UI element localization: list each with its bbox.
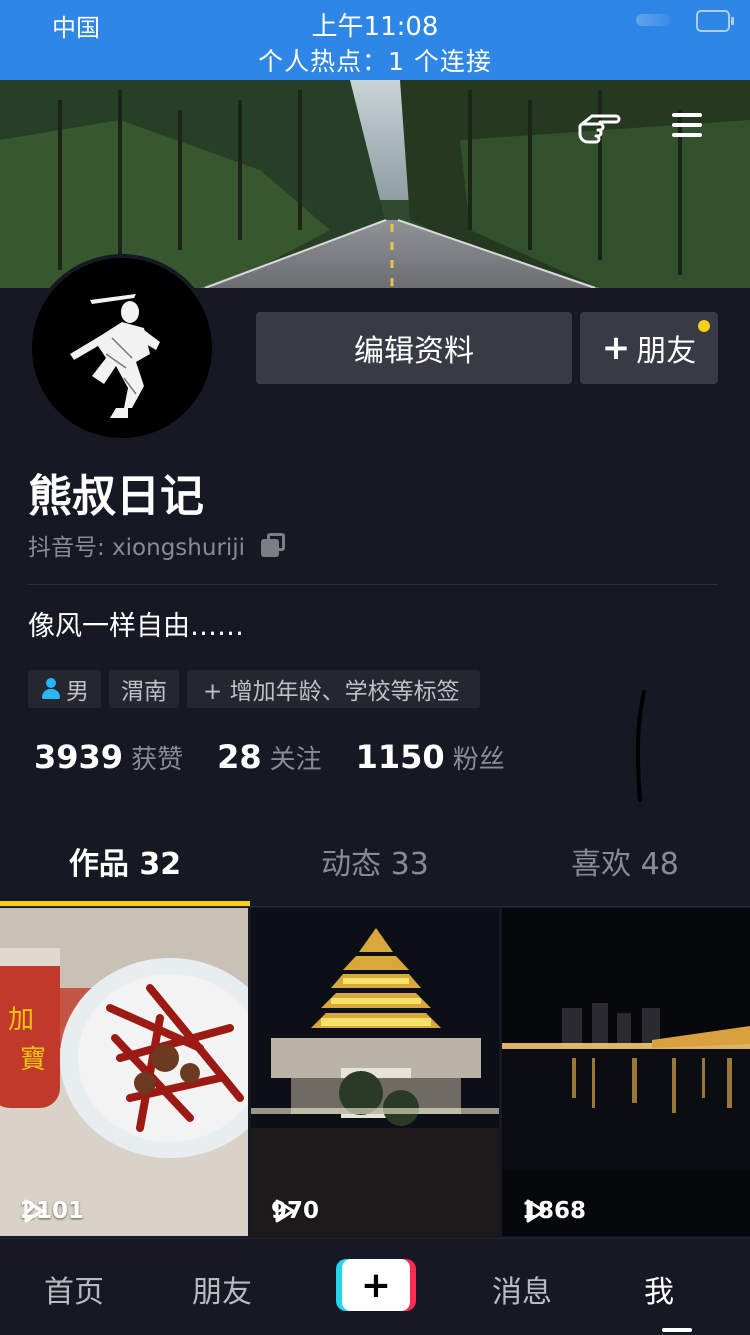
following-count: 28 bbox=[217, 738, 262, 776]
play-icon bbox=[526, 1199, 546, 1223]
video-grid: 加 寶 2101 970 1868 bbox=[0, 908, 750, 1236]
profile-tabs: 作品 32 动态 33 喜欢 48 bbox=[0, 830, 750, 906]
hand-pointer-icon[interactable] bbox=[576, 102, 624, 150]
video-thumbnail[interactable]: 加 寶 2101 bbox=[0, 908, 248, 1236]
douyin-id-text: 抖音号: xiongshuriji bbox=[28, 535, 246, 561]
play-icon bbox=[275, 1199, 295, 1223]
bio-text[interactable]: 像风一样自由…… bbox=[28, 604, 244, 643]
create-video-button[interactable]: + bbox=[336, 1259, 416, 1311]
svg-text:寶: 寶 bbox=[20, 1045, 46, 1075]
gender-tag[interactable]: 男 bbox=[28, 670, 101, 708]
profile-tags: 男 渭南 + 增加年龄、学校等标签 bbox=[28, 670, 480, 708]
avatar[interactable] bbox=[28, 254, 216, 442]
video-thumbnail[interactable]: 1868 bbox=[502, 908, 750, 1236]
active-tab-indicator bbox=[662, 1328, 692, 1332]
play-count: 970 bbox=[271, 1198, 319, 1224]
followers-count: 1150 bbox=[355, 738, 445, 776]
svg-text:加: 加 bbox=[8, 1005, 34, 1035]
plus-icon: + bbox=[601, 328, 631, 368]
edit-profile-button[interactable]: 编辑资料 bbox=[256, 312, 572, 384]
location-tag[interactable]: 渭南 bbox=[109, 670, 179, 708]
divider bbox=[28, 584, 718, 585]
hamburger-menu-icon[interactable] bbox=[664, 102, 712, 150]
video-thumbnail[interactable]: 970 bbox=[251, 908, 499, 1236]
night-river-photo bbox=[502, 908, 750, 1236]
douyin-id-row: 抖音号: xiongshuriji bbox=[28, 528, 289, 562]
person-icon bbox=[40, 677, 62, 701]
add-friend-button[interactable]: + 朋友 bbox=[580, 312, 718, 384]
add-tags-button[interactable]: + 增加年龄、学校等标签 bbox=[187, 670, 480, 708]
following-label: 关注 bbox=[269, 745, 322, 775]
food-photo: 加 寶 bbox=[0, 908, 248, 1236]
play-icon bbox=[24, 1199, 44, 1223]
nav-messages[interactable]: 消息 bbox=[492, 1267, 552, 1311]
likes-stat[interactable]: 3939 获赞 bbox=[34, 738, 183, 776]
bottom-nav: 首页 朋友 + 消息 我 bbox=[0, 1238, 750, 1335]
likes-label: 获赞 bbox=[131, 745, 184, 775]
nav-me[interactable]: 我 bbox=[644, 1267, 674, 1311]
nav-home[interactable]: 首页 bbox=[44, 1267, 104, 1311]
status-bar: 中国 上午11:08 个人热点：1 个连接 bbox=[0, 0, 750, 80]
shadow-puppet-figure bbox=[32, 258, 212, 438]
play-count: 2101 bbox=[20, 1198, 84, 1224]
following-stat[interactable]: 28 关注 bbox=[217, 738, 322, 776]
night-tower-photo bbox=[251, 908, 499, 1236]
plus-icon: + bbox=[342, 1259, 410, 1311]
scribble-mark bbox=[635, 690, 646, 802]
username: 熊叔日记 bbox=[28, 471, 204, 522]
play-count: 1868 bbox=[522, 1198, 586, 1224]
battery-icon bbox=[696, 10, 734, 32]
signal-icon bbox=[636, 14, 670, 26]
hotspot-banner[interactable]: 个人热点：1 个连接 bbox=[0, 42, 750, 78]
profile-stats: 3939 获赞 28 关注 1150 粉丝 bbox=[34, 738, 539, 776]
add-friend-label: 朋友 bbox=[636, 334, 697, 369]
followers-stat[interactable]: 1150 粉丝 bbox=[356, 738, 505, 776]
tab-likes[interactable]: 喜欢 48 bbox=[500, 830, 750, 906]
nav-friends[interactable]: 朋友 bbox=[192, 1267, 252, 1311]
copy-icon[interactable] bbox=[259, 531, 289, 559]
gender-label: 男 bbox=[66, 679, 89, 705]
likes-count: 3939 bbox=[34, 738, 124, 776]
followers-label: 粉丝 bbox=[452, 745, 505, 775]
tab-works[interactable]: 作品 32 bbox=[0, 830, 250, 906]
tabs-divider bbox=[0, 906, 750, 907]
notification-dot bbox=[698, 320, 710, 332]
tab-activity[interactable]: 动态 33 bbox=[250, 830, 500, 906]
